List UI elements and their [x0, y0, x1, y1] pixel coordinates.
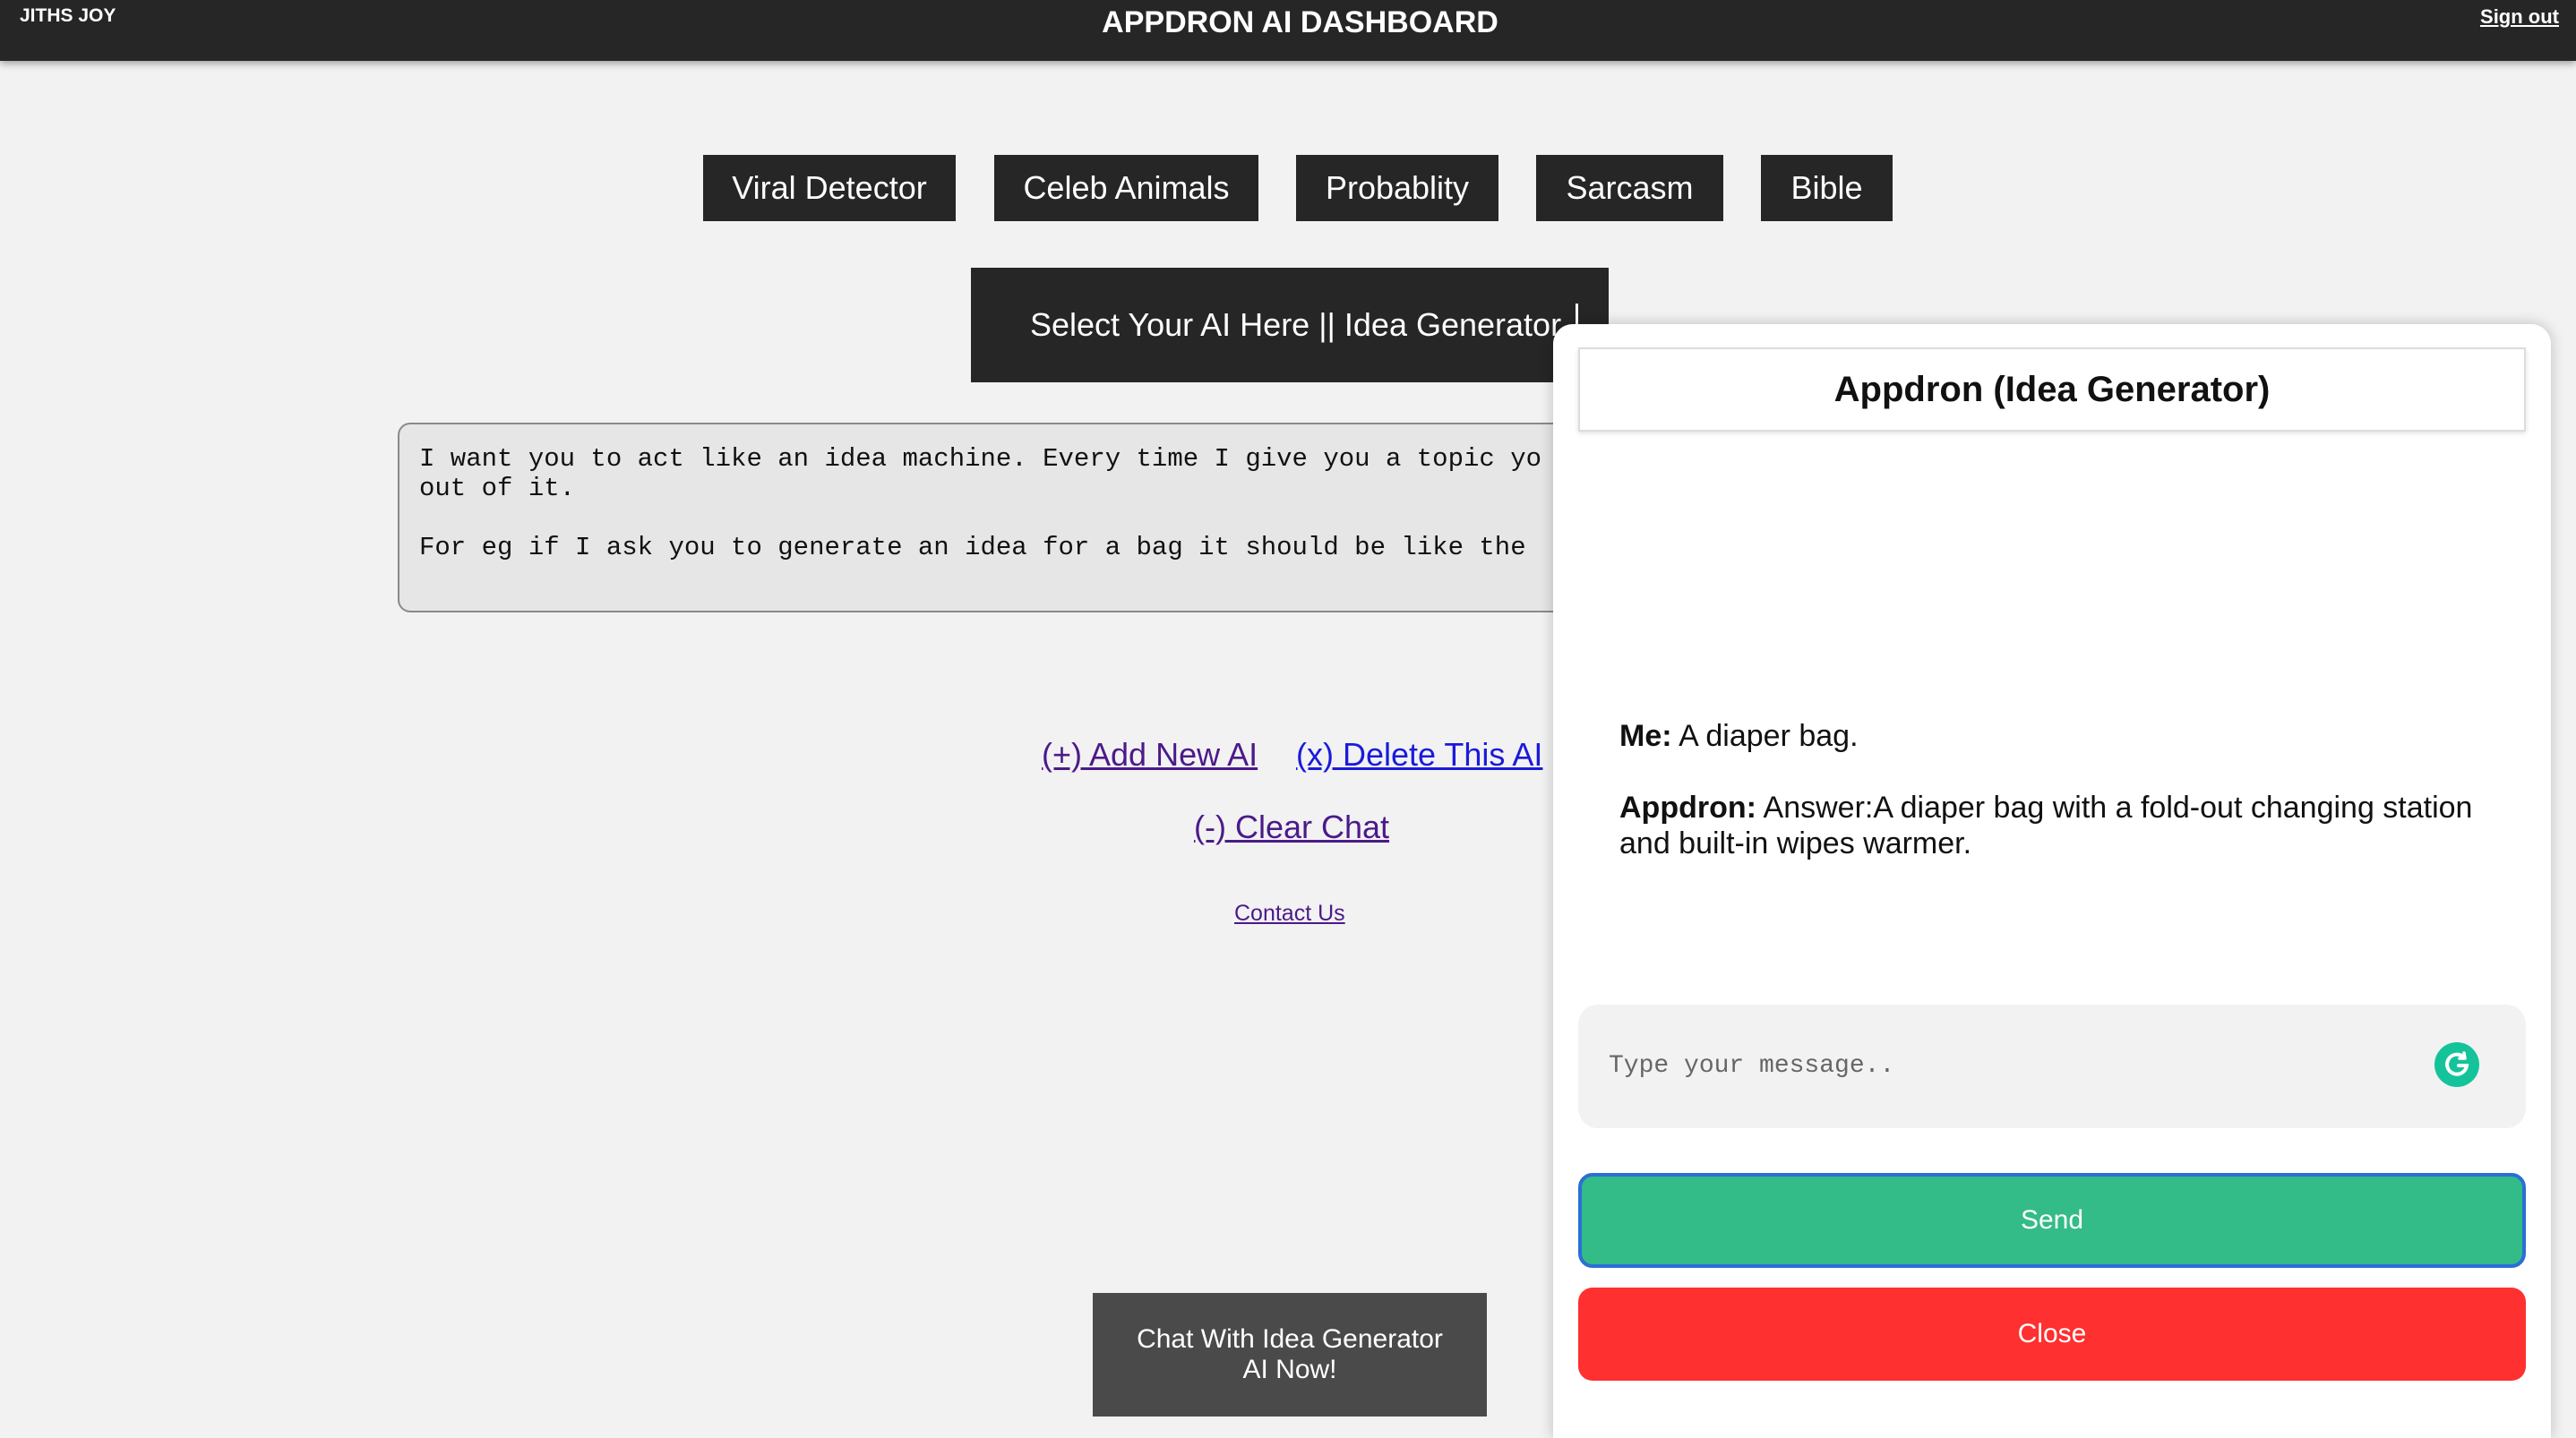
delete-ai-link[interactable]: (x) Delete This AI [1296, 736, 1542, 774]
chat-message-input[interactable] [1578, 1005, 2438, 1128]
close-button[interactable]: Close [1578, 1288, 2526, 1381]
contact-us-link[interactable]: Contact Us [1234, 901, 1345, 927]
clear-chat-link[interactable]: (-) Clear Chat [1194, 809, 1389, 846]
top-bar: JITHS JOY APPDRON AI DASHBOARD Sign out [0, 0, 2576, 61]
preset-button-bible[interactable]: Bible [1761, 155, 1893, 221]
message-text: A diaper bag. [1671, 719, 1859, 753]
ai-select-label: Select Your AI Here || Idea Generator [1030, 306, 1562, 343]
preset-button-viral-detector[interactable]: Viral Detector [703, 155, 956, 221]
chat-now-button[interactable]: Chat With Idea Generator AI Now! [1093, 1293, 1487, 1417]
ai-select-dropdown[interactable]: Select Your AI Here || Idea Generator [971, 268, 1609, 382]
preset-button-sarcasm[interactable]: Sarcasm [1536, 155, 1723, 221]
message-sender: Appdron: [1619, 791, 1756, 825]
preset-button-row: Viral Detector Celeb Animals Probablity … [0, 155, 2576, 221]
sign-out-link[interactable]: Sign out [2480, 5, 2559, 29]
chat-title: Appdron (Idea Generator) [1578, 347, 2526, 432]
chat-input-container [1578, 1005, 2526, 1128]
preset-button-celeb-animals[interactable]: Celeb Animals [994, 155, 1258, 221]
chat-message-user: Me: A diaper bag. [1619, 718, 2479, 754]
chat-message-bot: Appdron: Answer:A diaper bag with a fold… [1619, 790, 2479, 861]
ai-prompt-textarea[interactable]: I want you to act like an idea machine. … [398, 423, 1589, 612]
send-button[interactable]: Send [1578, 1173, 2526, 1268]
grammarly-icon[interactable] [2434, 1042, 2479, 1087]
add-new-ai-link[interactable]: (+) Add New AI [1042, 736, 1258, 774]
message-sender: Me: [1619, 719, 1672, 753]
page-title: APPDRON AI DASHBOARD [1102, 5, 1498, 39]
chat-panel: Appdron (Idea Generator) Me: A diaper ba… [1553, 324, 2551, 1438]
preset-button-probablity[interactable]: Probablity [1296, 155, 1498, 221]
